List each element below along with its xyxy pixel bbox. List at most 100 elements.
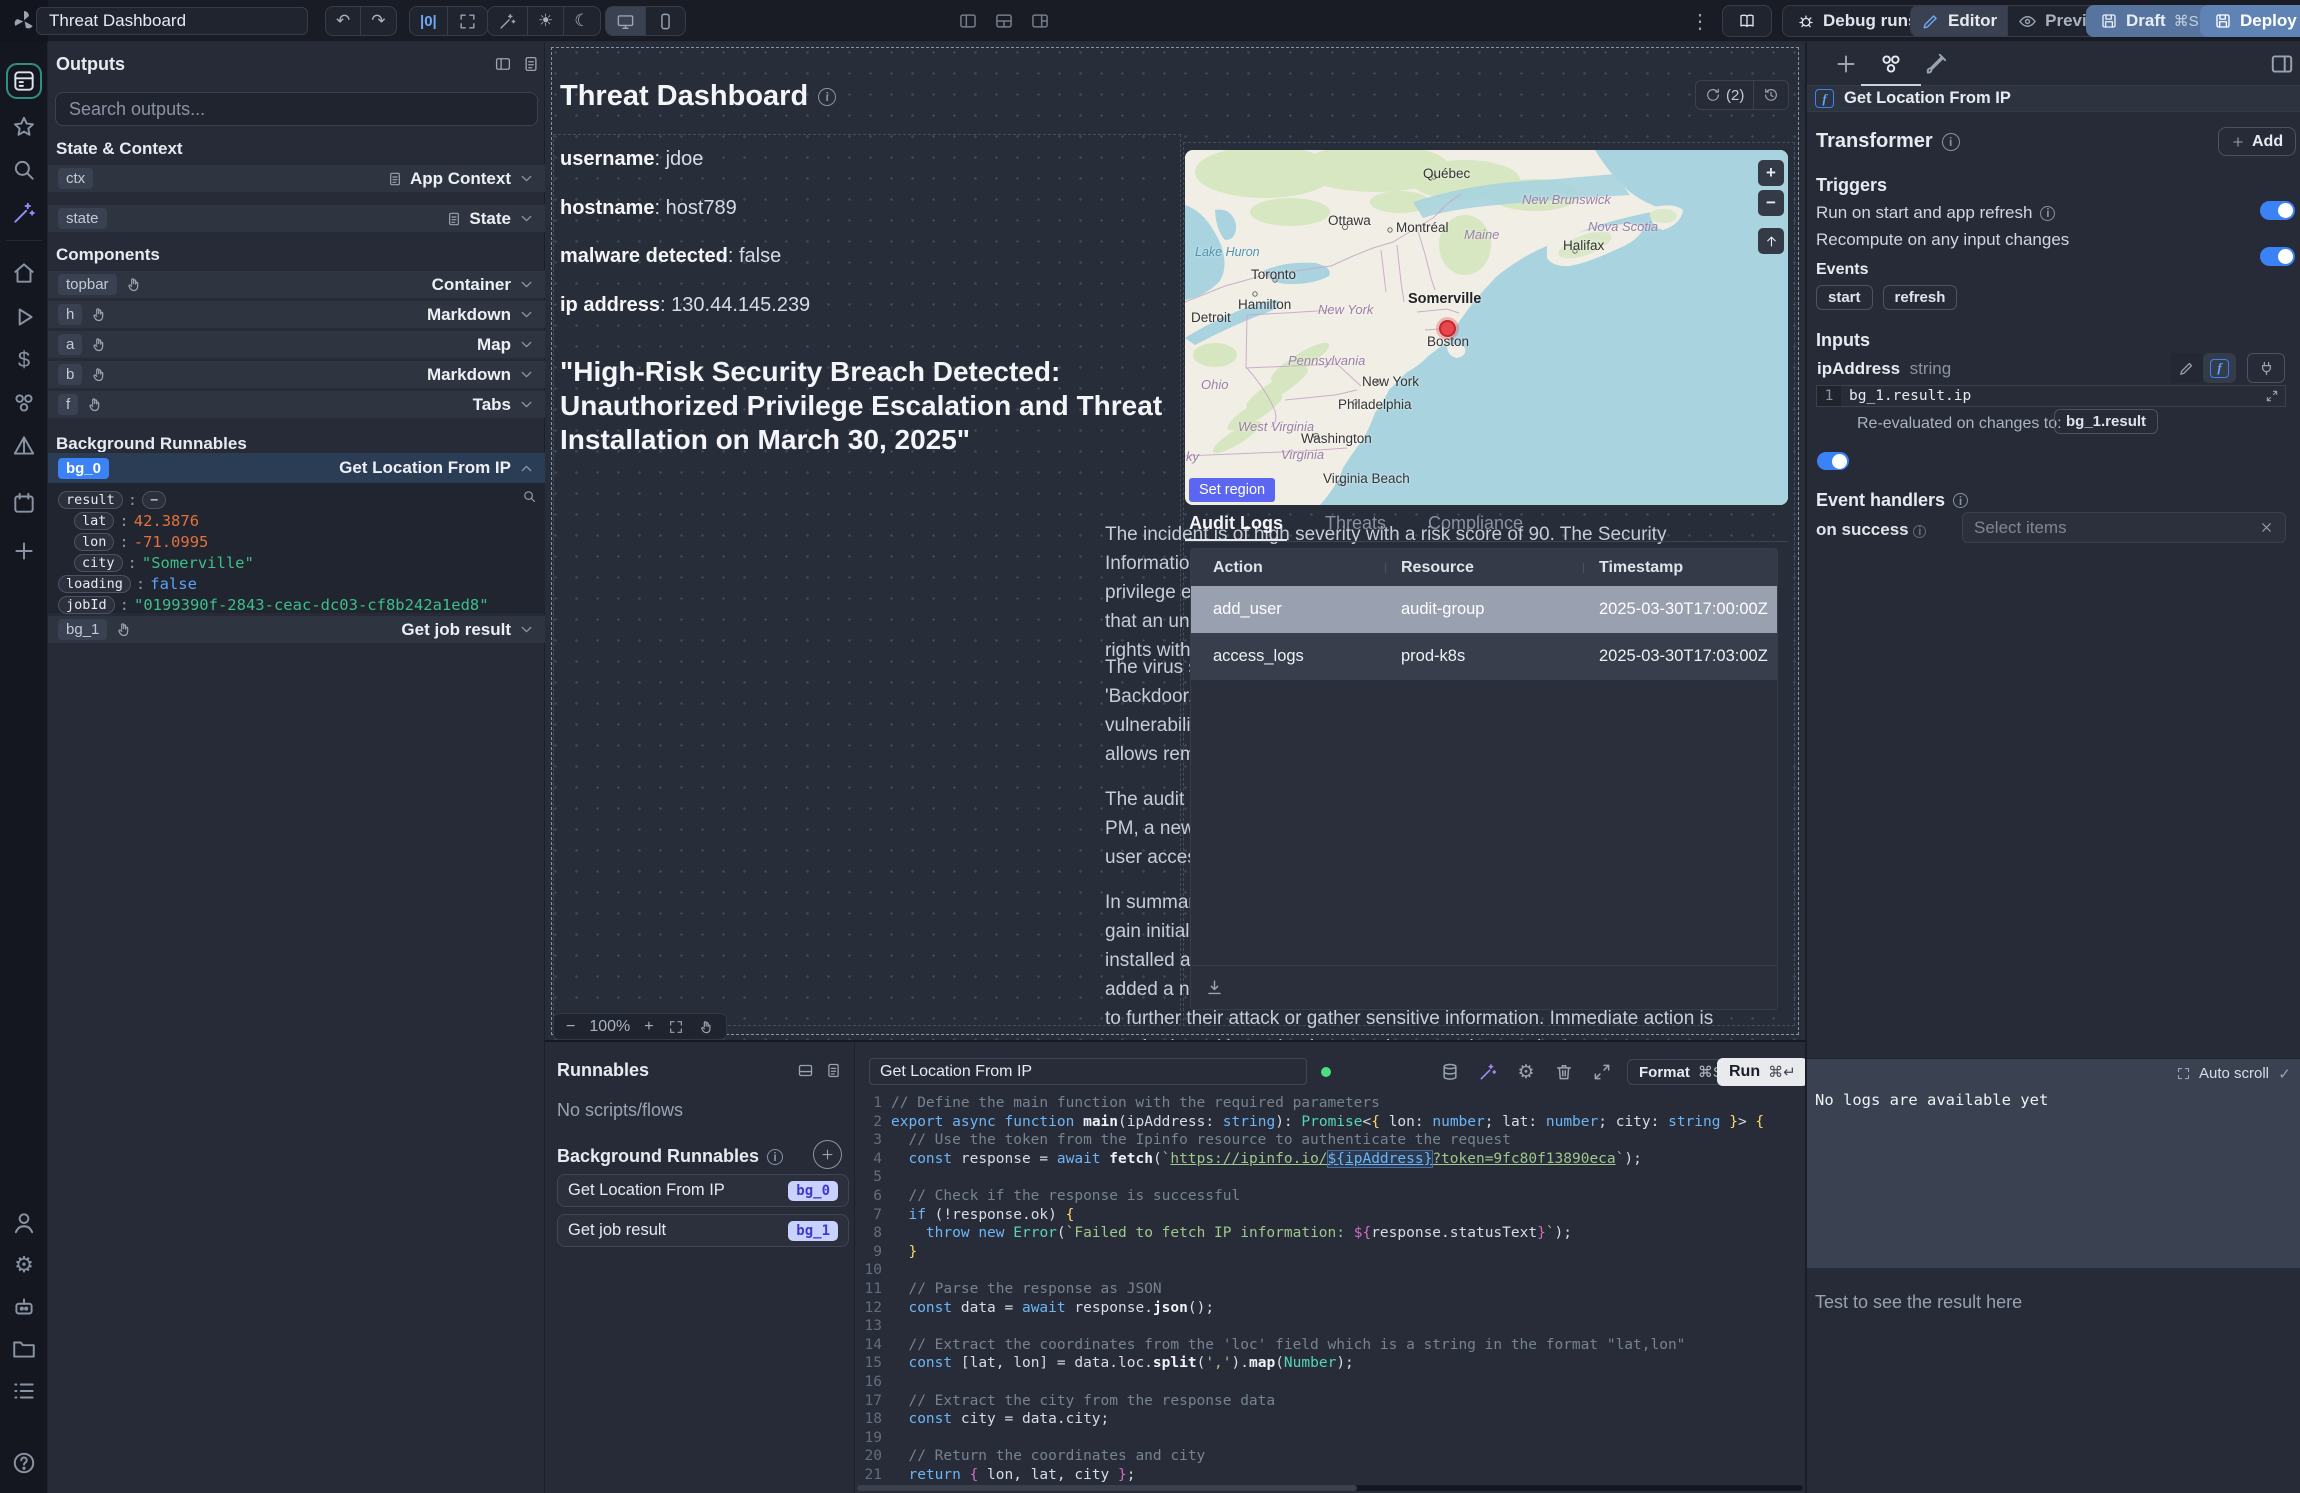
tree-row-loading[interactable]: loading:false: [48, 573, 197, 594]
autoscroll-control[interactable]: Auto scroll ✓: [2176, 1065, 2292, 1082]
bg1-output-row[interactable]: bg_1 Get job result: [48, 615, 545, 643]
sidebar-item-schedules[interactable]: [11, 490, 37, 516]
sidebar-item-ai[interactable]: [11, 200, 37, 226]
output-row-topbar[interactable]: topbar Container: [48, 270, 545, 298]
output-row-h[interactable]: h Markdown: [48, 300, 545, 328]
scrollbar-thumb[interactable]: [857, 1485, 1357, 1491]
trigger-start-toggle[interactable]: [2260, 201, 2295, 220]
set-region-button[interactable]: Set region: [1189, 478, 1275, 502]
kebab-menu-icon[interactable]: ⋮: [1690, 9, 1710, 33]
add-runnable-button[interactable]: [813, 1140, 842, 1169]
sidebar-item-account[interactable]: [11, 1210, 37, 1236]
horizontal-scrollbar[interactable]: [857, 1485, 1803, 1491]
runnable-item-bg_0[interactable]: Get Location From IP bg_0: [557, 1174, 849, 1207]
output-row-ctx[interactable]: ctx App Context: [48, 164, 545, 192]
undo-button[interactable]: ↶: [326, 7, 360, 35]
map-component[interactable]: QuébecOttawaMontréalNew BrunswickNova Sc…: [1185, 150, 1788, 505]
collapse-panel-icon[interactable]: [494, 55, 512, 73]
bg0-output-row[interactable]: bg_0 Get Location From IP: [48, 452, 545, 483]
runnable-name-input[interactable]: Get Location From IP: [869, 1058, 1307, 1085]
doc-icon[interactable]: [522, 55, 540, 73]
panel-layout-2-button[interactable]: [994, 11, 1014, 31]
database-icon[interactable]: [1440, 1062, 1460, 1082]
editor-settings-icon[interactable]: ⚙: [1516, 1062, 1536, 1082]
output-row-f[interactable]: f Tabs: [48, 390, 545, 418]
ai-wand-button[interactable]: [488, 7, 527, 35]
close-icon[interactable]: [2259, 520, 2274, 535]
sidebar-item-settings[interactable]: ⚙: [11, 1252, 37, 1278]
draft-button[interactable]: Draft ⌘S: [2086, 5, 2213, 37]
event-badge-start[interactable]: start: [1816, 285, 1873, 310]
sidebar-item-runs[interactable]: [11, 304, 37, 330]
add-transformer-button[interactable]: Add: [2218, 127, 2296, 156]
sidebar-item-favorites[interactable]: [11, 114, 37, 140]
sidebar-item-folders[interactable]: [11, 1336, 37, 1362]
collapse-panel-icon[interactable]: [2269, 51, 2295, 77]
static-mode-button[interactable]: [2170, 353, 2203, 383]
sidebar-item-resources[interactable]: [11, 390, 37, 416]
sidebar-item-triggers[interactable]: [11, 433, 37, 459]
event-badge-refresh[interactable]: refresh: [1883, 285, 1958, 310]
tab-compliance[interactable]: Compliance: [1424, 510, 1527, 541]
app-canvas[interactable]: Threat Dashboardi (2) username: jdoehost…: [545, 42, 1805, 1040]
tree-row-lat[interactable]: lat:42.3876: [48, 510, 199, 531]
tree-row-result[interactable]: result:−: [48, 489, 166, 510]
docs-button[interactable]: [1722, 5, 1772, 37]
sidebar-item-workers[interactable]: [11, 1294, 37, 1320]
desktop-view-button[interactable]: [606, 7, 645, 35]
delete-icon[interactable]: [1554, 1062, 1574, 1082]
table-row[interactable]: add_useraudit-group2025-03-30T17:00:00Z: [1191, 586, 1777, 633]
tree-row-city[interactable]: city:"Somerville": [48, 552, 254, 573]
refresh-all-button[interactable]: (2): [1696, 81, 1753, 109]
sidebar-item-home[interactable]: [11, 260, 37, 286]
tree-row-lon[interactable]: lon:-71.0995: [48, 531, 208, 552]
editor-tab[interactable]: Editor: [1911, 6, 2007, 36]
jobs-history-button[interactable]: [1753, 81, 1788, 109]
dark-theme-button[interactable]: ☾: [563, 7, 599, 35]
map-zoom-in-button[interactable]: +: [1758, 160, 1784, 186]
map-zoom-out-button[interactable]: −: [1758, 190, 1784, 216]
tab-audit-logs[interactable]: Audit Logs: [1185, 510, 1287, 541]
outputs-search-input[interactable]: Search outputs...: [55, 92, 538, 126]
sidebar-item-search[interactable]: [11, 157, 37, 183]
ai-assist-icon[interactable]: [1478, 1062, 1498, 1082]
tab-settings[interactable]: [1878, 51, 1904, 77]
expand-icon[interactable]: [2265, 389, 2279, 403]
column-header-resource[interactable]: Resource: [1379, 559, 1577, 577]
output-row-a[interactable]: a Map: [48, 330, 545, 358]
fit-view-button[interactable]: [668, 1019, 684, 1035]
mobile-view-button[interactable]: [645, 7, 685, 35]
output-row-b[interactable]: b Markdown: [48, 360, 545, 388]
expand-editor-icon[interactable]: [1592, 1062, 1612, 1082]
redo-button[interactable]: ↷: [360, 7, 395, 35]
output-row-state[interactable]: state State: [48, 204, 545, 232]
tab-threats[interactable]: Threats: [1321, 510, 1390, 541]
on-success-select[interactable]: Select items: [1962, 512, 2286, 543]
deploy-button[interactable]: Deploy: [2200, 5, 2300, 37]
tab-insert[interactable]: [1833, 51, 1859, 77]
panel-layout-3-button[interactable]: [1030, 11, 1050, 31]
pan-tool-button[interactable]: [698, 1019, 714, 1035]
run-button[interactable]: Run⌘↵: [1717, 1058, 1808, 1086]
table-row[interactable]: access_logsprod-k8s2025-03-30T17:03:00Z: [1191, 633, 1777, 680]
reeval-toggle[interactable]: [1817, 452, 1849, 470]
sidebar-item-variables[interactable]: $: [11, 347, 37, 373]
download-icon[interactable]: [1205, 978, 1224, 997]
code-area[interactable]: 1// Define the main function with the re…: [855, 1094, 1805, 1488]
selected-runnable-header[interactable]: f Get Location From IP: [1807, 86, 2300, 112]
panel-layout-1-button[interactable]: [958, 11, 978, 31]
runnable-item-bg_1[interactable]: Get job result bg_1: [557, 1214, 849, 1247]
light-theme-button[interactable]: ☀: [527, 7, 563, 35]
search-icon[interactable]: [522, 489, 537, 504]
connect-input-button[interactable]: [2247, 353, 2285, 383]
column-header-action[interactable]: Action: [1191, 559, 1379, 577]
collapse-panel-icon[interactable]: [797, 1062, 814, 1079]
zoom-out-button[interactable]: −: [566, 1018, 575, 1036]
app-title-input[interactable]: Threat Dashboard: [36, 7, 308, 35]
trigger-recompute-toggle[interactable]: [2260, 247, 2295, 266]
sidebar-item-help[interactable]: [11, 1450, 37, 1476]
tab-styling[interactable]: [1923, 51, 1949, 77]
expand-canvas-button[interactable]: [447, 7, 487, 35]
zoom-in-button[interactable]: +: [644, 1018, 653, 1036]
doc-icon[interactable]: [825, 1062, 842, 1079]
